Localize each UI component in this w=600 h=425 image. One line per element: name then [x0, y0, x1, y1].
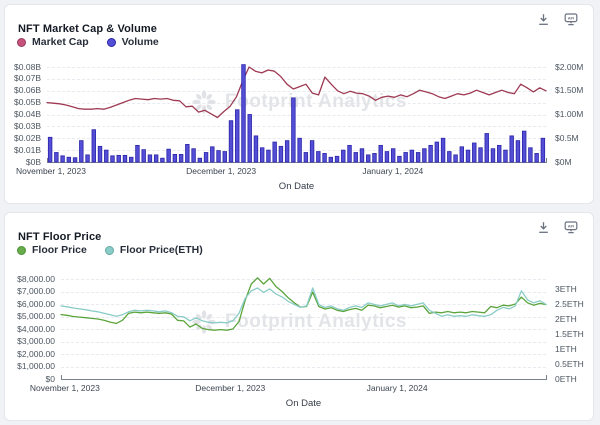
legend-label: Market Cap [32, 36, 89, 48]
x-axis-tick-label: January 1, 2024 [367, 383, 428, 393]
legend: Market Cap Volume [17, 36, 159, 48]
legend-label: Floor Price [32, 244, 87, 256]
x-axis-tick-label: November 1, 2023 [16, 166, 86, 176]
panel-floor-price: $8,000.00 $7,000.00 $6,000.00 $5,000.00 $4,0… [4, 212, 594, 421]
y-axis-label-right: 0.5ETH [555, 360, 584, 369]
x-axis-line [47, 162, 547, 163]
y-axis-label-left: $3,000.00 [5, 337, 55, 346]
y-axis-label-left: $0.02B [5, 134, 41, 143]
y-axis-label-right: 2ETH [555, 315, 577, 324]
axis-end-tick [546, 158, 547, 162]
panel-market-cap-volume: $0.08B $0.07B $0.06B $0.05B $0.04B $0.03B $0.0… [4, 4, 594, 204]
y-axis-label-left: $0.06B [5, 86, 41, 95]
legend-dot [105, 246, 114, 255]
floor-price-line [61, 278, 546, 330]
x-axis-title: On Date [286, 398, 321, 409]
legend-dot [107, 38, 116, 47]
y-axis-label-right: $2.00M [555, 63, 583, 72]
y-axis-label-right: 1.5ETH [555, 330, 584, 339]
y-axis-label-left: $7,000.00 [5, 287, 55, 296]
y-axis-label-right: $1.00M [555, 110, 583, 119]
x-axis-tick-label: November 1, 2023 [30, 383, 100, 393]
y-axis-label-right: $0.5M [555, 134, 579, 143]
x-axis-line [61, 379, 547, 380]
y-axis-label-right: $0M [555, 158, 572, 167]
svg-text:API: API [568, 223, 575, 228]
y-axis-label-left: $5,000.00 [5, 312, 55, 321]
legend-label: Floor Price(ETH) [120, 244, 203, 256]
y-axis-label-left: $0.08B [5, 63, 41, 72]
svg-text:API: API [568, 15, 575, 20]
y-axis-label-right: 1ETH [555, 345, 577, 354]
download-icon[interactable] [537, 221, 550, 234]
y-axis-label-left: $6,000.00 [5, 300, 55, 309]
plot-area [61, 279, 546, 379]
y-axis-label-left: $0.03B [5, 122, 41, 131]
y-axis-label-left: $0.01B [5, 146, 41, 155]
floor-price-eth-line [61, 288, 546, 323]
x-axis-title: On Date [279, 181, 314, 192]
x-axis-tick-label: January 1, 2024 [362, 166, 423, 176]
y-axis-label-left: $4,000.00 [5, 325, 55, 334]
y-axis-label-left: $1,000.00 [5, 362, 55, 371]
legend-item-floor-price[interactable]: Floor Price [17, 244, 87, 256]
y-axis-label-left: $0.04B [5, 110, 41, 119]
market-cap-line [47, 67, 546, 118]
axis-end-tick [546, 375, 547, 379]
y-axis-label-right: 2.5ETH [555, 300, 584, 309]
x-axis-tick-label: December 1, 2023 [186, 166, 256, 176]
y-axis-label-left: $0.05B [5, 98, 41, 107]
y-axis-label-left: $8,000.00 [5, 275, 55, 284]
legend-item-market-cap[interactable]: Market Cap [17, 36, 89, 48]
legend-dot [17, 246, 26, 255]
y-axis-label-right: 3ETH [555, 285, 577, 294]
legend-label: Volume [122, 36, 159, 48]
legend-item-floor-price-eth[interactable]: Floor Price(ETH) [105, 244, 203, 256]
y-axis-label-left: $0.07B [5, 74, 41, 83]
panel-title: NFT Market Cap & Volume [18, 23, 157, 35]
api-icon[interactable]: API [564, 221, 578, 234]
legend-dot [17, 38, 26, 47]
y-axis-label-left: $2,000.00 [5, 350, 55, 359]
panel-title: NFT Floor Price [18, 231, 101, 243]
x-axis-tick-label: December 1, 2023 [195, 383, 265, 393]
plot-area [47, 67, 546, 162]
legend: Floor Price Floor Price(ETH) [17, 244, 203, 256]
panel-toolbar: API [537, 13, 578, 26]
api-icon[interactable]: API [564, 13, 578, 26]
y-axis-label-right: 0ETH [555, 375, 577, 384]
legend-item-volume[interactable]: Volume [107, 36, 159, 48]
download-icon[interactable] [537, 13, 550, 26]
panel-toolbar: API [537, 221, 578, 234]
volume-bars [48, 65, 544, 162]
y-axis-label-right: $1.50M [555, 86, 583, 95]
